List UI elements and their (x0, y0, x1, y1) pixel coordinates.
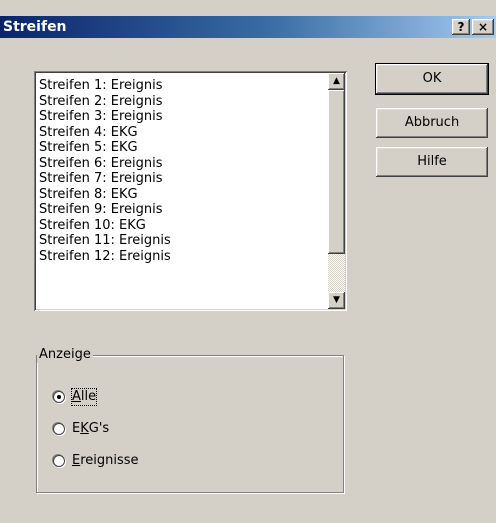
list-item[interactable]: Streifen 9: Ereignis (39, 202, 171, 218)
list-item[interactable]: Streifen 10: EKG (39, 218, 171, 234)
list-item[interactable]: Streifen 8: EKG (39, 187, 171, 203)
list-item[interactable]: Streifen 6: Ereignis (39, 156, 171, 172)
close-icon: × (477, 20, 489, 34)
list-item[interactable]: Streifen 11: Ereignis (39, 233, 171, 249)
scroll-down-button[interactable]: ▼ (328, 292, 345, 309)
list-item[interactable]: Streifen 2: Ereignis (39, 94, 171, 110)
list-item[interactable]: Streifen 1: Ereignis (39, 78, 171, 94)
arrow-down-icon: ▼ (333, 295, 340, 305)
radio-ekgs[interactable]: EKG's (53, 420, 109, 438)
list-item[interactable]: Streifen 5: EKG (39, 140, 171, 156)
help-button[interactable]: Hilfe (376, 147, 488, 177)
arrow-up-icon: ▲ (333, 76, 340, 86)
ok-button[interactable]: OK (376, 64, 488, 94)
list-item[interactable]: Streifen 7: Ereignis (39, 171, 171, 187)
streifen-listbox[interactable]: Streifen 1: Ereignis Streifen 2: Ereigni… (34, 71, 347, 311)
scrollbar-thumb[interactable] (328, 90, 345, 254)
radio-selected-dot (57, 395, 61, 399)
anzeige-groupbox: Anzeige Alle EKG's Ereignisse (36, 347, 344, 493)
radio-label-ekgs: EKG's (72, 421, 110, 436)
dialog-window: Streifen ? × Streifen 1: Ereignis Streif… (0, 0, 496, 523)
radio-button[interactable] (53, 455, 65, 467)
scroll-up-button[interactable]: ▲ (328, 73, 345, 90)
cancel-button[interactable]: Abbruch (376, 108, 488, 138)
vertical-scrollbar[interactable]: ▲ ▼ (328, 73, 345, 309)
question-mark-icon: ? (457, 20, 465, 34)
list-item[interactable]: Streifen 4: EKG (39, 125, 171, 141)
close-title-button[interactable]: × (472, 19, 494, 35)
radio-button[interactable] (53, 391, 65, 403)
radio-button[interactable] (53, 423, 65, 435)
radio-ereignisse[interactable]: Ereignisse (53, 452, 139, 470)
title-bar[interactable]: Streifen ? × (0, 16, 496, 38)
groupbox-label: Anzeige (37, 347, 93, 363)
window-title: Streifen (3, 19, 67, 35)
list-item[interactable]: Streifen 12: Ereignis (39, 249, 171, 265)
radio-alle[interactable]: Alle (53, 388, 98, 406)
streifen-list: Streifen 1: Ereignis Streifen 2: Ereigni… (39, 78, 171, 264)
help-title-button[interactable]: ? (452, 19, 470, 35)
radio-label-ereignisse: Ereignisse (72, 453, 139, 468)
list-item[interactable]: Streifen 3: Ereignis (39, 109, 171, 125)
radio-label-alle: Alle (70, 388, 98, 406)
